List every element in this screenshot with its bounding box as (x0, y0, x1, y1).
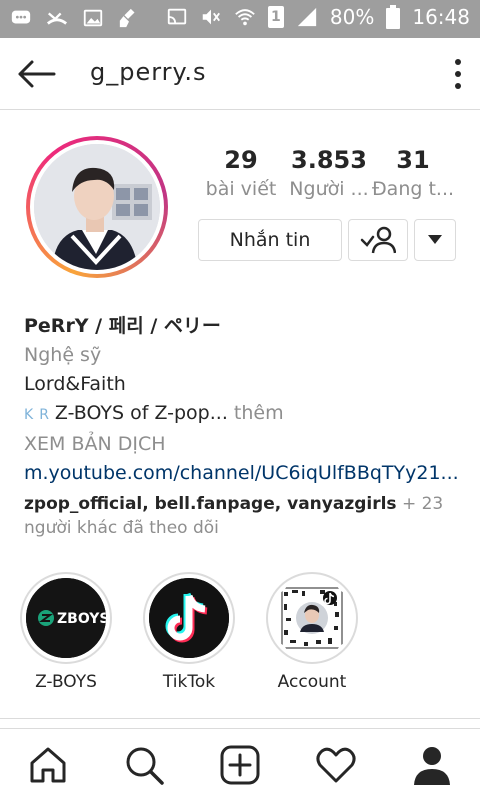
wifi-icon (235, 9, 255, 26)
highlight-label: TikTok (162, 672, 216, 692)
signal-icon (297, 7, 317, 27)
suggestions-dropdown-button[interactable] (414, 219, 456, 261)
chat-icon (11, 10, 31, 24)
more-options-icon[interactable] (452, 58, 464, 90)
message-button[interactable]: Nhắn tin (198, 219, 342, 261)
battery-icon (386, 5, 401, 29)
followers-label: Người ... (289, 178, 369, 200)
highlight-account[interactable]: Account (264, 572, 360, 692)
translate-link[interactable]: XEM BẢN DỊCH (24, 430, 464, 459)
highlight-label: Account (277, 672, 347, 692)
following-count: 31 (396, 146, 430, 174)
badge-r: R (39, 407, 49, 423)
badge-k: K (24, 407, 34, 423)
profile-category: Nghệ sỹ (24, 344, 102, 366)
missed-call-icon (46, 12, 68, 25)
posts-label: bài viết (205, 178, 277, 200)
mute-icon (202, 9, 220, 25)
battery-percent: 80% (329, 5, 375, 29)
bio-line-1: Lord&Faith (24, 373, 126, 395)
bottom-navigation (0, 728, 480, 800)
clock: 16:48 (412, 5, 470, 29)
tiktok-code-icon (272, 578, 352, 658)
highlight-zboys[interactable]: ZBOYS Z-BOYS (18, 572, 114, 692)
username-title: g_perry.s (90, 58, 207, 86)
tiktok-logo-icon (149, 578, 229, 658)
profile-header: g_perry.s (0, 38, 480, 110)
cleaner-icon (119, 8, 135, 28)
highlight-tiktok[interactable]: TikTok (141, 572, 237, 692)
followed-by-names: zpop_official, bell.fanpage, vanyazgirls (24, 494, 397, 514)
status-bar: 1 80% 16:48 (0, 0, 480, 38)
cast-icon (167, 8, 187, 25)
stat-posts[interactable]: 29 bài viết (198, 146, 284, 200)
caret-down-icon (428, 235, 442, 244)
followed-by[interactable]: zpop_official, bell.fanpage, vanyazgirls… (24, 492, 464, 540)
profile-avatar[interactable] (26, 136, 168, 278)
profile-icon[interactable] (410, 743, 454, 787)
following-label: Đang t... (371, 178, 455, 200)
search-icon[interactable] (122, 743, 166, 787)
person-check-icon (360, 226, 396, 254)
zboys-logo-text: ZBOYS (57, 611, 106, 627)
avatar-photo-icon (34, 144, 160, 270)
section-divider (0, 718, 480, 719)
profile-website-link[interactable]: m.youtube.com/channel/UC6iqUlfBBqTYy21..… (24, 459, 464, 488)
following-button[interactable] (348, 219, 408, 261)
heart-icon[interactable] (314, 743, 358, 787)
bio-line-2: K R Z-BOYS of Z-pop... thêm (24, 399, 464, 430)
status-notifications (10, 7, 140, 29)
back-arrow-icon[interactable] (14, 56, 58, 92)
image-icon (83, 9, 103, 27)
zboys-logo-icon: ZBOYS (26, 578, 106, 658)
add-post-icon[interactable] (218, 743, 262, 787)
stat-following[interactable]: 31 Đang t... (370, 146, 456, 200)
followers-count: 3.853 (291, 146, 367, 174)
stat-followers[interactable]: 3.853 Người ... (284, 146, 374, 200)
sim-slot-badge: 1 (267, 6, 284, 28)
highlight-label: Z-BOYS (35, 672, 97, 692)
bio-more-link[interactable]: thêm (234, 402, 284, 424)
bio-line-2-text: Z-BOYS of Z-pop... (54, 402, 228, 424)
status-system: 1 80% 16:48 (166, 5, 470, 29)
home-icon[interactable] (26, 743, 70, 787)
display-name: PeRrY / 페리 / ペリー (24, 315, 221, 337)
profile-bio: PeRrY / 페리 / ペリー Nghệ sỹ Lord&Faith K R Z-… (24, 312, 464, 540)
posts-count: 29 (224, 146, 258, 174)
